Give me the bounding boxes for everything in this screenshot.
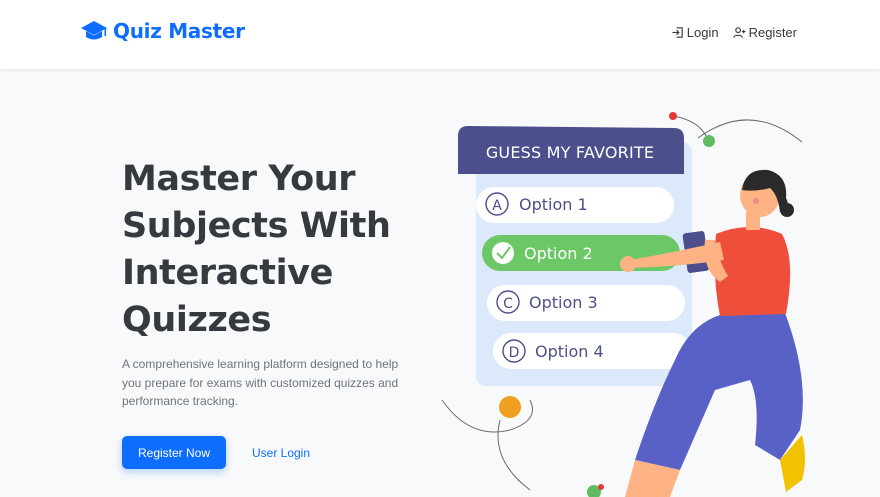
nav-links: Login Register: [657, 25, 797, 40]
user-login-button[interactable]: User Login: [246, 436, 316, 469]
decorative-curve: [497, 419, 531, 491]
option-label: Option 2: [524, 244, 593, 263]
option-label: Option 1: [519, 195, 588, 214]
hero-description-line: you prepare for exams with customized qu…: [122, 375, 399, 390]
option-letter: A: [492, 198, 502, 214]
navbar: Quiz Master Login Register: [0, 0, 880, 70]
option-letter: C: [503, 296, 513, 312]
brand-name: Quiz Master: [113, 19, 245, 43]
decorative-dot: [598, 484, 604, 490]
check-circle-icon: [492, 242, 514, 264]
hero-title-line: Subjects With: [122, 206, 391, 246]
decorative-dot: [703, 135, 715, 147]
hero-title-line: Quizzes: [122, 300, 272, 340]
decorative-dot: [669, 112, 677, 120]
hero-description-line: A comprehensive learning platform design…: [122, 357, 399, 371]
nav-login-label: Login: [686, 25, 719, 40]
quiz-illustration: GUESS MY FAVORITE A Option 1 Option 2 C …: [441, 112, 805, 497]
hero-title-line: Interactive: [122, 253, 333, 293]
option-label: Option 3: [529, 293, 598, 312]
register-now-button[interactable]: Register Now: [122, 436, 226, 469]
hero-title-line: Master Your: [122, 159, 356, 199]
nav-register-link[interactable]: Register: [732, 25, 797, 40]
option-label: Option 4: [535, 342, 604, 361]
hero-description-line: performance tracking.: [122, 394, 239, 408]
sign-in-icon: [672, 27, 683, 38]
user-plus-icon: [732, 27, 746, 38]
nav-register-label: Register: [748, 25, 797, 40]
decorative-dot: [499, 396, 521, 418]
hero-title: Master Your Subjects With Interactive Qu…: [122, 156, 422, 344]
graduation-cap-icon: [81, 21, 107, 40]
hero-description: A comprehensive learning platform design…: [122, 355, 412, 411]
quiz-card-title: GUESS MY FAVORITE: [486, 143, 654, 162]
option-letter: D: [509, 345, 520, 361]
nav-login-link[interactable]: Login: [671, 25, 719, 40]
brand-logo[interactable]: Quiz Master: [80, 19, 245, 43]
